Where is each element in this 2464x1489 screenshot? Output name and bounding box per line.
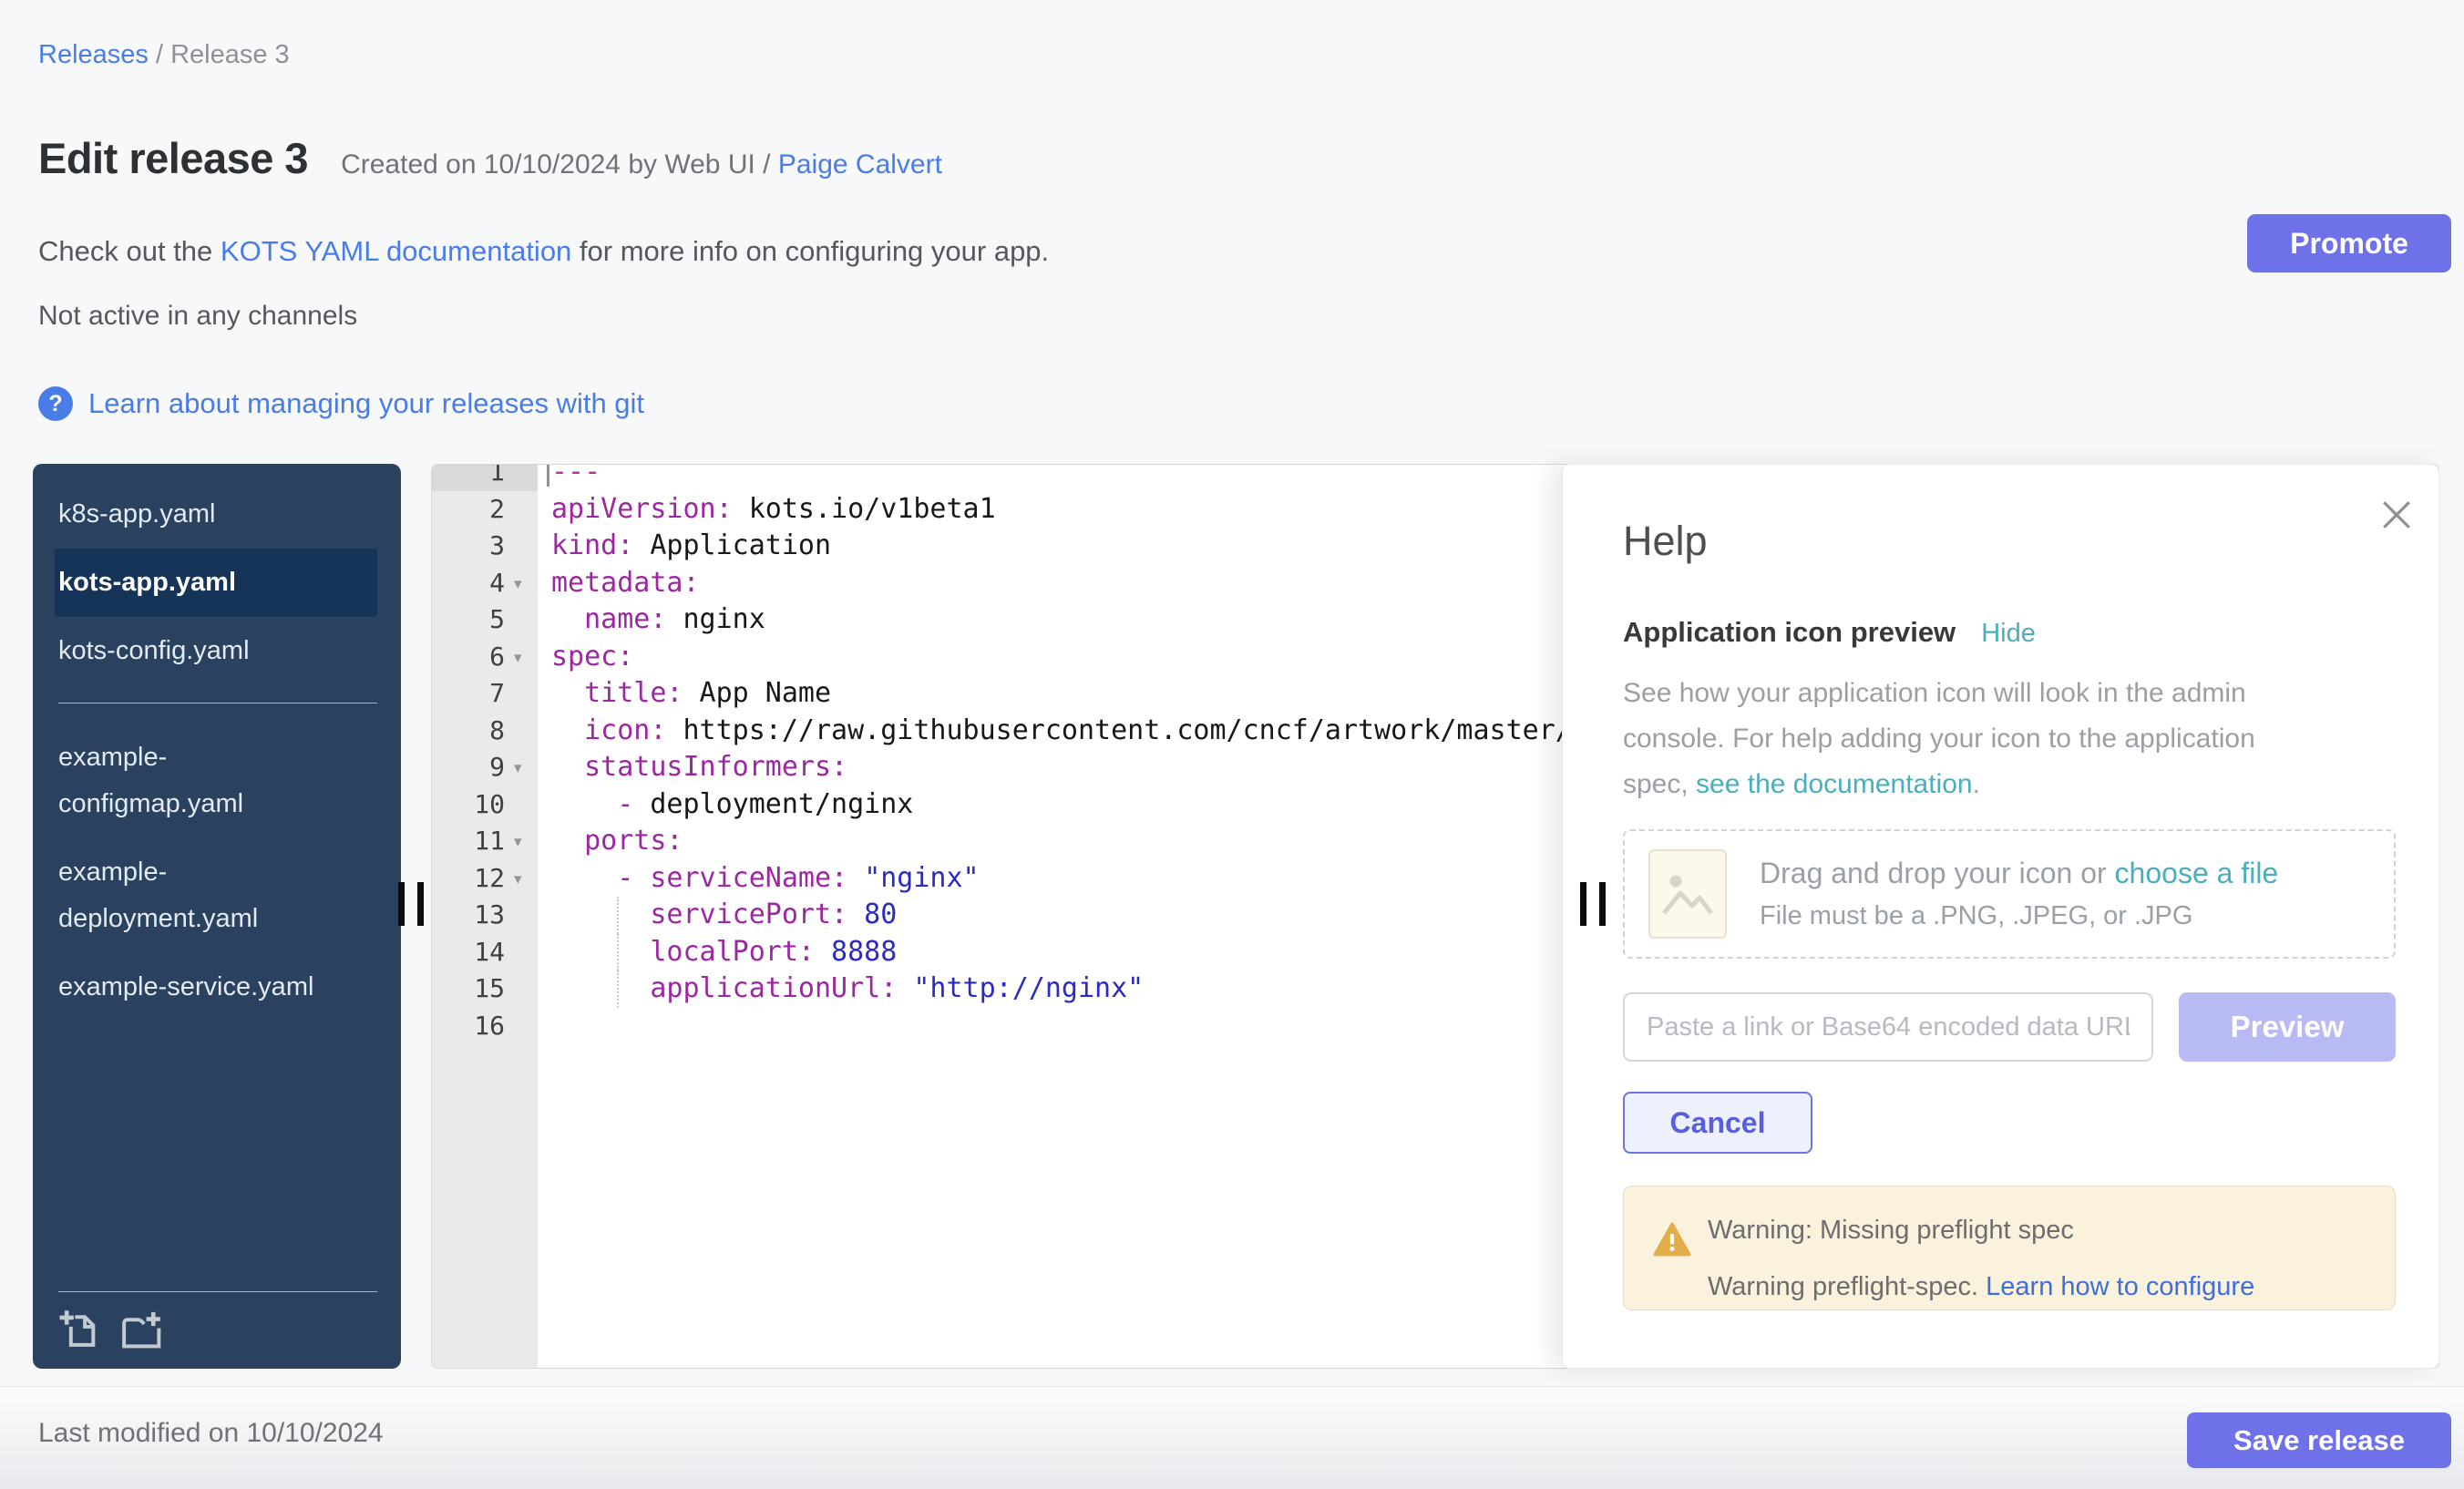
file-tree-item[interactable]: kots-app.yaml (55, 549, 377, 617)
file-tree-sidebar: k8s-app.yamlkots-app.yamlkots-config.yam… (33, 464, 401, 1369)
created-text: Created on 10/10/2024 by Web UI / (341, 149, 778, 180)
code-text: applicationUrl: "http://nginx" (551, 970, 1144, 1008)
code-text: kind: Application (551, 528, 831, 565)
line-number: 10 (432, 786, 538, 824)
fold-arrow-icon[interactable]: ▾ (514, 750, 522, 787)
icon-dropzone[interactable]: Drag and drop your icon or choose a file… (1623, 829, 2396, 959)
sidebar-resize-handle[interactable] (398, 882, 426, 926)
file-groups: k8s-app.yamlkots-app.yamlkots-config.yam… (33, 464, 401, 1022)
line-number: 7 (432, 675, 538, 713)
file-tree-item[interactable]: example-service.yaml (55, 953, 377, 1022)
last-modified-text: Last modified on 10/10/2024 (38, 1418, 384, 1449)
created-info: Created on 10/10/2024 by Web UI / Paige … (341, 149, 942, 180)
preview-button[interactable]: Preview (2179, 992, 2396, 1062)
line-number: 8 (432, 713, 538, 750)
warning-detail: Warning preflight-spec. Learn how to con… (1708, 1272, 2254, 1302)
help-resize-handle[interactable] (1580, 882, 1607, 926)
code-text: - deployment/nginx (551, 786, 913, 824)
help-circle-icon: ? (38, 386, 73, 421)
choose-file-link[interactable]: choose a file (2115, 857, 2279, 889)
file-tree-item[interactable]: example-configmap.yaml (55, 724, 377, 838)
line-number: 5 (432, 601, 538, 639)
save-release-button[interactable]: Save release (2187, 1412, 2451, 1468)
learn-configure-link[interactable]: Learn how to configure (1986, 1272, 2254, 1301)
file-tree-item[interactable]: example-deployment.yaml (55, 838, 377, 953)
title-row: Edit release 3 Created on 10/10/2024 by … (38, 133, 942, 183)
code-text: servicePort: 80 (551, 897, 897, 934)
see-documentation-link[interactable]: see the documentation (1696, 769, 1973, 799)
hide-link[interactable]: Hide (1981, 619, 2036, 649)
kots-yaml-docs-link[interactable]: KOTS YAML documentation (221, 235, 571, 267)
line-number: 16 (432, 1008, 538, 1045)
git-help-row: ? Learn about managing your releases wit… (38, 386, 644, 421)
line-number: 3 (432, 528, 538, 565)
warning-title: Warning: Missing preflight spec (1708, 1216, 2074, 1246)
code-text: icon: https://raw.githubusercontent.com/… (551, 713, 1572, 750)
line-number: 13 (432, 897, 538, 934)
cancel-button[interactable]: Cancel (1623, 1092, 1812, 1154)
dropzone-title: Drag and drop your icon or choose a file (1760, 857, 2278, 890)
help-panel-title: Help (1623, 518, 1708, 565)
line-number: 1 (432, 464, 538, 491)
docs-text-pre: Check out the (38, 235, 221, 267)
code-text: name: nginx (551, 601, 765, 639)
icon-url-input[interactable] (1623, 992, 2153, 1062)
channel-status: Not active in any channels (38, 301, 357, 332)
warning-detail-text: Warning preflight-spec. (1708, 1272, 1986, 1301)
breadcrumb: Releases / Release 3 (38, 40, 290, 70)
breadcrumb-releases-link[interactable]: Releases (38, 40, 149, 69)
code-text: --- (551, 464, 601, 491)
code-text: spec: (551, 639, 633, 676)
code-text: localPort: 8888 (551, 934, 897, 971)
preflight-warning-box: Warning: Missing preflight spec Warning … (1623, 1186, 2396, 1310)
footer-bar: Last modified on 10/10/2024 Save release (0, 1386, 2464, 1489)
author-link[interactable]: Paige Calvert (778, 149, 942, 180)
code-text: title: App Name (551, 675, 831, 713)
fold-arrow-icon[interactable]: ▾ (514, 824, 522, 861)
page-title: Edit release 3 (38, 133, 308, 183)
app-icon-preview-section: Application icon preview Hide (1623, 616, 2036, 649)
drop-text: Drag and drop your icon or (1760, 857, 2115, 889)
close-icon[interactable] (2377, 495, 2417, 535)
dropzone-file-requirements: File must be a .PNG, .JPEG, or .JPG (1760, 901, 2278, 931)
file-tree-item[interactable]: kots-config.yaml (55, 617, 377, 685)
fold-arrow-icon[interactable]: ▾ (514, 861, 522, 899)
file-group: k8s-app.yamlkots-app.yamlkots-config.yam… (33, 480, 401, 685)
help-description: See how your application icon will look … (1623, 671, 2315, 807)
line-number: 15 (432, 970, 538, 1008)
image-placeholder-icon (1648, 849, 1727, 939)
breadcrumb-current: Release 3 (170, 40, 290, 69)
new-folder-icon[interactable] (118, 1309, 166, 1350)
icon-url-row: Preview (1623, 992, 2153, 1062)
help-description-period: . (1973, 769, 1980, 799)
line-number: 14 (432, 934, 538, 971)
code-text: metadata: (551, 565, 700, 602)
docs-line: Check out the KOTS YAML documentation fo… (38, 235, 1049, 268)
code-text: statusInformers: (551, 749, 847, 786)
file-tree-footer (58, 1291, 377, 1350)
help-panel: Help Application icon preview Hide See h… (1562, 464, 2439, 1369)
fold-arrow-icon[interactable]: ▾ (514, 566, 522, 603)
code-text: - serviceName: "nginx" (551, 860, 980, 898)
line-number: 2 (432, 491, 538, 529)
file-group: example-configmap.yamlexample-deployment… (33, 724, 401, 1022)
promote-button[interactable]: Promote (2247, 214, 2451, 272)
edit-release-page: Releases / Release 3 Edit release 3 Crea… (0, 0, 2464, 1489)
docs-text-post: for more info on configuring your app. (571, 235, 1049, 267)
new-file-icon[interactable] (58, 1309, 100, 1350)
dropzone-text: Drag and drop your icon or choose a file… (1760, 857, 2278, 931)
git-releases-link[interactable]: Learn about managing your releases with … (88, 387, 644, 420)
warning-triangle-icon (1653, 1221, 1691, 1262)
fold-arrow-icon[interactable]: ▾ (514, 640, 522, 677)
breadcrumb-separator: / (156, 40, 163, 69)
file-tree-item[interactable]: k8s-app.yaml (55, 480, 377, 549)
app-icon-preview-title: Application icon preview (1623, 616, 1956, 649)
code-text: apiVersion: kots.io/v1beta1 (551, 491, 996, 529)
code-text: ports: (551, 823, 683, 860)
